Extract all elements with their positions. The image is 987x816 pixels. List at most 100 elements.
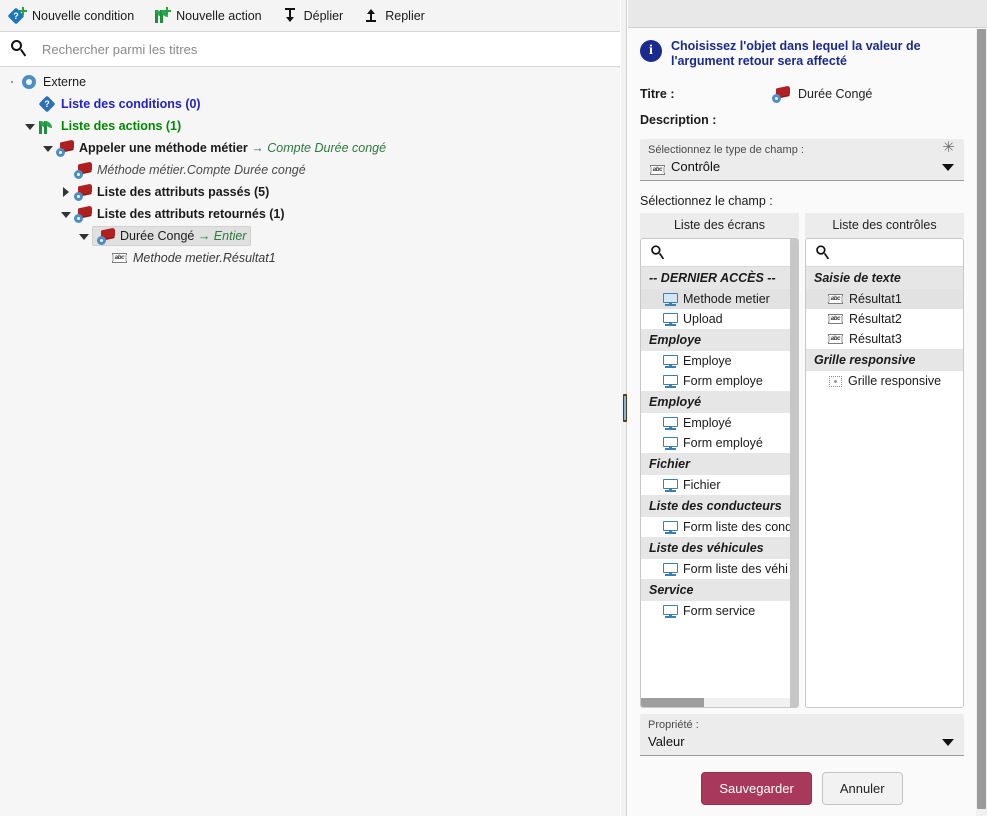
list-item[interactable]: abc Résultat3 bbox=[806, 329, 963, 349]
tree-twisty-spacer bbox=[58, 159, 74, 181]
search-icon bbox=[8, 38, 30, 60]
screens-search-input[interactable] bbox=[669, 244, 798, 261]
panel-vscrollbar[interactable] bbox=[976, 29, 987, 816]
screens-items[interactable]: -- DERNIER ACCÈS -- Methode metier Upload E… bbox=[641, 267, 798, 707]
cancel-button[interactable]: Annuler bbox=[821, 772, 903, 805]
new-condition-icon: ? bbox=[7, 7, 27, 25]
screen-icon bbox=[663, 354, 678, 368]
list-item-label: Fichier bbox=[683, 478, 721, 492]
save-button[interactable]: Sauvegarder bbox=[701, 772, 812, 805]
controls-items[interactable]: Saisie de texte abc Résultat1 abc Résultat2 a… bbox=[806, 267, 963, 707]
tree-node[interactable]: Externe bbox=[0, 71, 620, 93]
propriete-value: Valeur bbox=[648, 734, 685, 749]
node-name-part: Appeler une méthode métier bbox=[79, 141, 252, 155]
screen-icon bbox=[663, 478, 678, 492]
list-item[interactable]: Employe bbox=[641, 351, 798, 371]
chevron-right-icon[interactable] bbox=[58, 181, 74, 203]
propriete-select[interactable]: Propriété : Valeur bbox=[640, 714, 964, 756]
node-type-part: → Entier bbox=[197, 229, 247, 243]
list-item[interactable]: Upload bbox=[641, 309, 798, 329]
tree-node-content: Externe bbox=[20, 73, 86, 91]
tree-node[interactable]: Liste des attributs passés (5) bbox=[0, 181, 620, 203]
tree-node-label: Methode metier.Résultat1 bbox=[133, 251, 276, 265]
chevron-down-icon[interactable] bbox=[76, 225, 92, 247]
info-icon: i bbox=[640, 40, 662, 62]
list-item[interactable]: Employé bbox=[641, 413, 798, 433]
tree-twisty-spacer bbox=[22, 93, 38, 115]
screens-hscroll-thumb[interactable] bbox=[641, 698, 704, 707]
list-item[interactable]: abc Résultat2 bbox=[806, 309, 963, 329]
field-type-select[interactable]: Sélectionnez le type de champ : abc Cont… bbox=[640, 139, 964, 181]
responsive-grid-icon bbox=[828, 375, 843, 388]
list-item-label: Employé bbox=[683, 416, 732, 430]
list-item[interactable]: Methode metier bbox=[641, 289, 798, 309]
list-item[interactable]: Fichier bbox=[641, 475, 798, 495]
new-action-icon bbox=[154, 7, 172, 24]
tree-twisty-spacer bbox=[4, 71, 20, 93]
screen-icon bbox=[663, 562, 678, 576]
list-item[interactable]: Grille responsive bbox=[806, 371, 963, 391]
controls-search-input[interactable] bbox=[834, 244, 963, 261]
tree-node[interactable]: Méthode métier.Compte Durée congé bbox=[0, 159, 620, 181]
list-item-label: Form employe bbox=[683, 374, 763, 388]
titre-value-wrap: Durée Congé bbox=[772, 85, 872, 103]
tree-node-content: Liste des attributs passés (5) bbox=[74, 183, 269, 201]
field-type-value: Contrôle bbox=[671, 159, 721, 174]
chevron-down-icon[interactable] bbox=[942, 164, 954, 171]
screens-listbox[interactable]: -- DERNIER ACCÈS -- Methode metier Upload E… bbox=[640, 238, 799, 708]
list-group-header: -- DERNIER ACCÈS -- bbox=[641, 267, 798, 289]
screen-icon bbox=[663, 416, 678, 430]
list-group-header: Service bbox=[641, 579, 798, 601]
expand-all-label: Déplier bbox=[303, 8, 344, 23]
rule-editor-panel: ? Nouvelle condition Nouvelle action Dép… bbox=[0, 0, 620, 816]
list-group-header: Employé bbox=[641, 391, 798, 413]
splitter-grip[interactable] bbox=[623, 394, 627, 422]
required-marker: ✳ bbox=[942, 139, 955, 156]
chevron-down-icon[interactable] bbox=[942, 739, 954, 746]
screen-icon bbox=[663, 436, 678, 450]
list-item[interactable]: abc Résultat1 bbox=[806, 289, 963, 309]
collapse-all-button[interactable]: Replier bbox=[361, 6, 427, 25]
gear-book-icon bbox=[97, 227, 116, 245]
list-item-label: Résultat2 bbox=[849, 312, 902, 326]
tree-twisty-spacer bbox=[94, 247, 110, 269]
tree-node-label: Liste des conditions (0) bbox=[61, 97, 201, 111]
expand-all-button[interactable]: Déplier bbox=[280, 6, 346, 25]
screen-icon bbox=[663, 604, 678, 618]
list-group-header: Grille responsive bbox=[806, 349, 963, 371]
description-row: Description : bbox=[640, 107, 964, 133]
tree-node[interactable]: Liste des actions (1) bbox=[0, 115, 620, 137]
list-item[interactable]: Form liste des véhi bbox=[641, 559, 798, 579]
tree-node[interactable]: Durée Congé → Entier bbox=[0, 225, 620, 247]
screens-hscrollbar[interactable] bbox=[641, 698, 798, 707]
panel-vscroll-thumb[interactable] bbox=[977, 29, 986, 809]
action-book-icon bbox=[56, 139, 75, 157]
tree-node[interactable]: Liste des attributs retournés (1) bbox=[0, 203, 620, 225]
list-item[interactable]: Form employe bbox=[641, 371, 798, 391]
search-input[interactable] bbox=[30, 40, 620, 58]
list-item[interactable]: Form liste des cond bbox=[641, 517, 798, 537]
tree-node[interactable]: Appeler une méthode métier → Compte Duré… bbox=[0, 137, 620, 159]
tree-node[interactable]: abc Methode metier.Résultat1 bbox=[0, 247, 620, 269]
screens-vscrollbar[interactable] bbox=[790, 239, 798, 707]
controls-header: Liste des contrôles bbox=[805, 213, 964, 238]
chevron-down-icon[interactable] bbox=[40, 137, 56, 159]
question-badge-icon: ? bbox=[38, 95, 57, 113]
search-icon bbox=[814, 243, 833, 262]
tree-node-content: Liste des actions (1) bbox=[38, 117, 181, 135]
chevron-down-icon[interactable] bbox=[58, 203, 74, 225]
controls-listbox[interactable]: Saisie de texte abc Résultat1 abc Résultat2 a… bbox=[805, 238, 964, 708]
field-type-label: Sélectionnez le type de champ : bbox=[648, 144, 804, 156]
new-action-button[interactable]: Nouvelle action bbox=[152, 6, 263, 25]
list-item[interactable]: Form service bbox=[641, 601, 798, 621]
new-condition-button[interactable]: ? Nouvelle condition bbox=[7, 6, 136, 25]
gear-icon bbox=[20, 73, 39, 91]
chevron-down-icon[interactable] bbox=[22, 115, 38, 137]
list-item-label: Employe bbox=[683, 354, 732, 368]
tree-node[interactable]: ? Liste des conditions (0) bbox=[0, 93, 620, 115]
rule-tree[interactable]: Externe? Liste des conditions (0) Liste de… bbox=[0, 68, 620, 816]
info-message: Choisissez l'objet dans lequel la valeur… bbox=[671, 39, 921, 68]
search-bar bbox=[0, 31, 620, 67]
list-item[interactable]: Form employé bbox=[641, 433, 798, 453]
abc-field-icon: abc bbox=[828, 293, 844, 305]
